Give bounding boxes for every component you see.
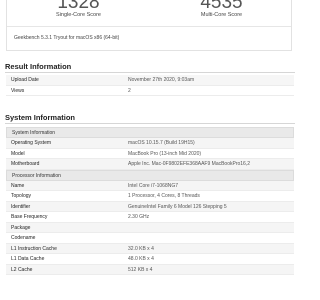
processor-information-header: Processor Information bbox=[6, 169, 294, 181]
multi-core-score-label: Multi-Core Score bbox=[200, 12, 243, 18]
row-value: Intel Core i7-1068NG7 bbox=[128, 182, 179, 189]
multi-core-score: 4535 Multi-Core Score bbox=[150, 0, 293, 18]
row-key: L1 Instruction Cache bbox=[11, 245, 57, 252]
table-row: L1 Instruction Cache 32.0 KB x 4 bbox=[6, 243, 294, 254]
row-key: Motherboard bbox=[11, 161, 40, 167]
row-value: November 27th 2020, 9:03am bbox=[128, 77, 195, 83]
row-key: L1 Data Cache bbox=[11, 256, 45, 262]
table-row: L2 Cache 512 KB x 4 bbox=[6, 264, 294, 275]
single-core-score-label: Single-Core Score bbox=[56, 12, 101, 18]
row-key: Package bbox=[11, 224, 31, 231]
score-card: 1328 Single-Core Score 4535 Multi-Core S… bbox=[6, 0, 292, 51]
row-key: L2 Cache bbox=[11, 266, 33, 273]
row-key: Name bbox=[11, 182, 25, 189]
score-divider bbox=[7, 26, 291, 27]
system-information-table: System Information Operating System macO… bbox=[6, 127, 294, 275]
table-row: L1 Data Cache 48.0 KB x 4 bbox=[6, 254, 294, 265]
result-information-table: Upload Date November 27th 2020, 9:03am V… bbox=[6, 75, 294, 97]
row-key: Codename bbox=[11, 235, 36, 241]
geekbench-result-page: 1328 Single-Core Score 4535 Multi-Core S… bbox=[0, 0, 300, 300]
row-value: GenuineIntel Family 6 Model 126 Stepping… bbox=[128, 203, 227, 210]
table-row: Views 2 bbox=[6, 85, 294, 97]
table-row: Upload Date November 27th 2020, 9:03am bbox=[6, 75, 294, 86]
row-value: 2.30 GHz bbox=[128, 214, 150, 220]
row-key: Base Frequency bbox=[11, 214, 48, 220]
table-row: Motherboard Apple Inc. Mac-0F9802EFE368A… bbox=[6, 159, 294, 170]
score-row: 1328 Single-Core Score 4535 Multi-Core S… bbox=[7, 0, 291, 25]
row-key: Topology bbox=[11, 193, 32, 199]
table-row: Identifier GenuineIntel Family 6 Model 1… bbox=[6, 201, 294, 212]
row-value: 2 bbox=[128, 87, 131, 94]
row-value: MacBook Pro (13-inch Mid 2020) bbox=[128, 150, 202, 157]
row-key: Identifier bbox=[11, 203, 31, 210]
row-value: 512 KB x 4 bbox=[128, 266, 153, 273]
single-core-score-value: 1328 bbox=[57, 0, 100, 13]
row-value: 32.0 KB x 4 bbox=[128, 245, 154, 252]
table-row: Package bbox=[6, 222, 294, 233]
row-key: Operating System bbox=[11, 140, 52, 146]
result-information-title: Result Information bbox=[5, 62, 72, 71]
benchmark-version: Geekbench 5.3.1 Tryout for macOS x86 (64… bbox=[14, 35, 120, 41]
system-information-header: System Information bbox=[6, 127, 294, 138]
table-row: Operating System macOS 10.15.7 (Build 19… bbox=[6, 138, 294, 149]
table-row: Topology 1 Processor, 4 Cores, 8 Threads bbox=[6, 191, 294, 202]
row-key: Views bbox=[11, 87, 25, 94]
system-information-rule bbox=[5, 123, 295, 124]
row-key: Upload Date bbox=[11, 77, 39, 83]
row-value: 48.0 KB x 4 bbox=[128, 256, 154, 262]
row-key: Model bbox=[11, 150, 25, 157]
system-information-title: System Information bbox=[5, 113, 76, 122]
table-row: Model MacBook Pro (13-inch Mid 2020) bbox=[6, 148, 294, 159]
table-row: Base Frequency 2.30 GHz bbox=[6, 212, 294, 223]
row-value: Apple Inc. Mac-0F9802EFE368AAF9 MacBookP… bbox=[128, 161, 251, 167]
single-core-score: 1328 Single-Core Score bbox=[7, 0, 150, 18]
table-row: Name Intel Core i7-1068NG7 bbox=[6, 180, 294, 191]
table-row: Codename bbox=[6, 233, 294, 244]
result-information-rule bbox=[5, 72, 295, 73]
row-value: macOS 10.15.7 (Build 19H15) bbox=[128, 140, 195, 146]
multi-core-score-value: 4535 bbox=[200, 0, 243, 13]
row-value: 1 Processor, 4 Cores, 8 Threads bbox=[128, 193, 200, 199]
